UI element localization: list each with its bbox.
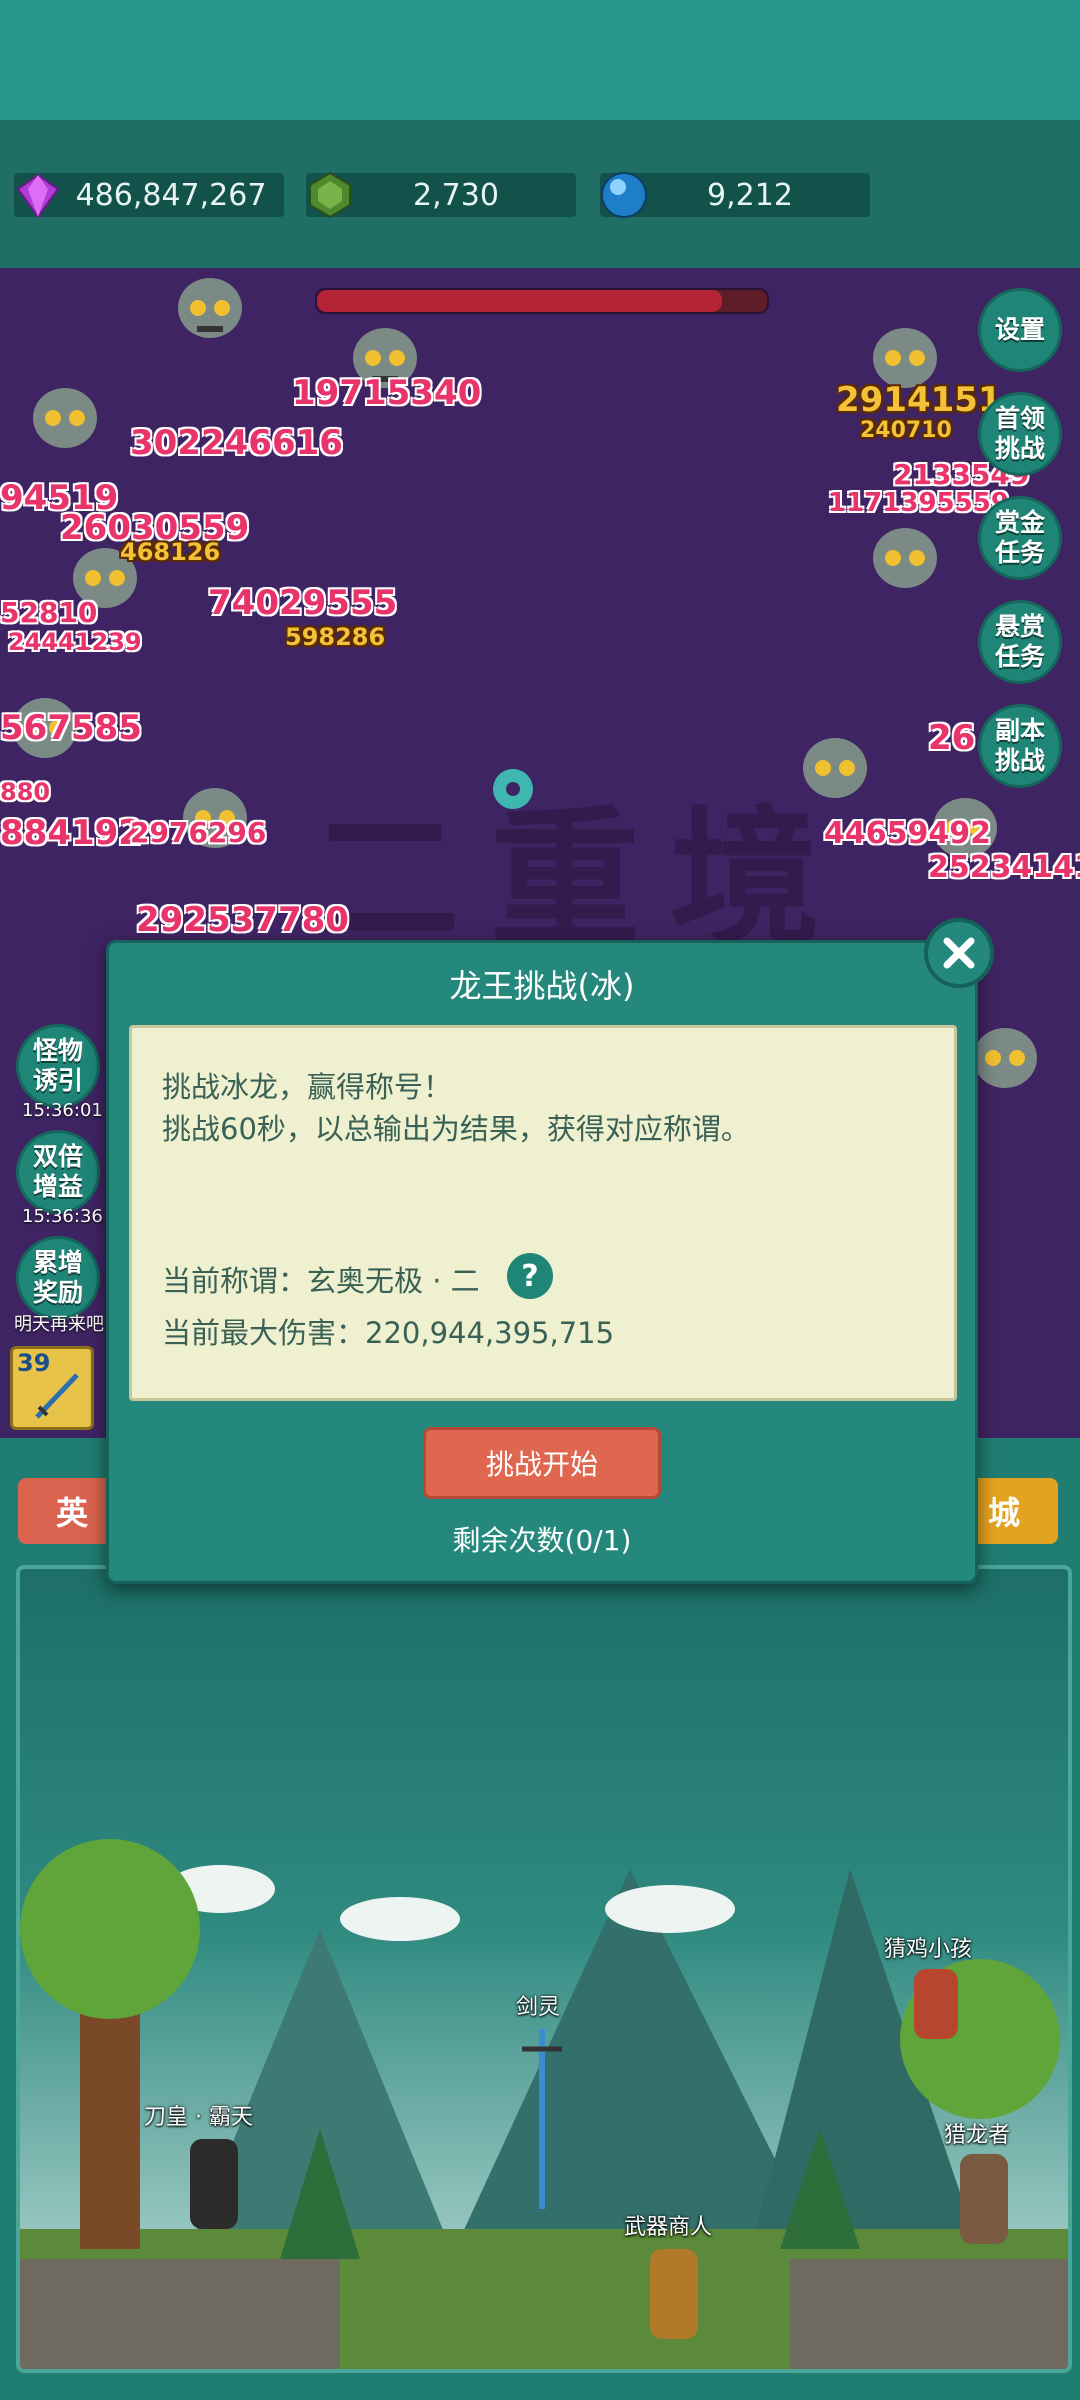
close-button[interactable] [924,918,994,988]
close-icon [943,937,975,969]
dialog-title: 龙王挑战(冰) [449,967,635,1005]
current-title: 当前称谓：玄奥无极 · 二 [162,1264,480,1298]
max-damage: 当前最大伤害：220,944,395,715 [162,1316,615,1350]
dialog-content: 挑战冰龙，赢得称号！ 挑战60秒，以总输出为结果，获得对应称谓。 当前称谓：玄奥… [129,1025,957,1401]
help-button[interactable]: ? [507,1253,553,1299]
dialog-line-1: 挑战冰龙，赢得称号！ [162,1070,453,1104]
start-challenge-button[interactable]: 挑战开始 [423,1427,661,1499]
remaining-attempts: 剩余次数(0/1) [452,1524,632,1557]
dragon-king-challenge-dialog: 龙王挑战(冰) 挑战冰龙，赢得称号！ 挑战60秒，以总输出为结果，获得对应称谓。… [106,940,978,1584]
dialog-line-2: 挑战60秒，以总输出为结果，获得对应称谓。 [162,1112,750,1146]
